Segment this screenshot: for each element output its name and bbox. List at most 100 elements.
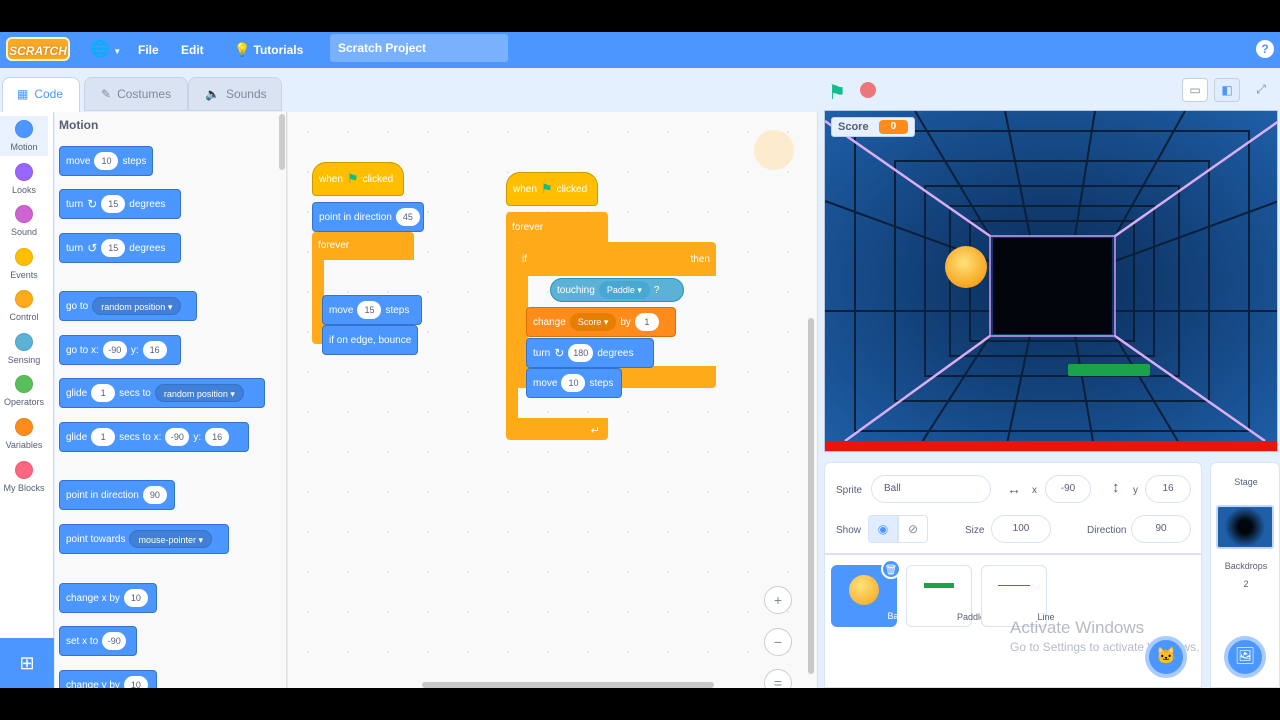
line-thumbnail [998, 585, 1030, 586]
degrees-input[interactable]: 15 [101, 195, 126, 213]
tab-sounds[interactable]: 🔈 Sounds [188, 77, 282, 111]
score-monitor[interactable]: Score 0 [831, 117, 916, 137]
secs-input[interactable]: 1 [91, 384, 116, 402]
x-input[interactable]: -90 [165, 428, 190, 446]
workspace-vertical-scrollbar[interactable] [808, 318, 814, 674]
category-label: Looks [11, 185, 37, 195]
show-sprite-button[interactable]: ◉ [868, 515, 898, 543]
scratch-logo[interactable]: SCRATCH [6, 37, 70, 61]
line-sprite[interactable] [825, 441, 1278, 452]
x-input[interactable]: -90 [102, 341, 127, 359]
green-flag-button[interactable]: ⚑ [828, 80, 846, 105]
tab-costumes[interactable]: ✎ Costumes [84, 77, 188, 111]
y-input[interactable]: 16 [205, 428, 230, 446]
edit-menu[interactable]: Edit [181, 32, 204, 68]
language-button[interactable]: 🌐 ▼ [90, 32, 121, 68]
when-flag-clicked-hat[interactable]: when ⚑ clicked [506, 172, 598, 206]
target-dropdown[interactable]: mouse-pointer ▾ [129, 530, 213, 548]
direction-input[interactable]: 90 [142, 486, 167, 504]
category-sound[interactable]: Sound [0, 201, 48, 241]
sprite-tile-paddle[interactable]: Paddle [906, 565, 985, 627]
tab-code[interactable]: ▦ Code [2, 77, 80, 113]
fullscreen-button[interactable]: ⤢ [1248, 78, 1274, 102]
add-extension-button[interactable]: ⊞ [0, 638, 54, 688]
touching-condition[interactable]: touching Paddle ▾ ? [550, 278, 684, 302]
ball-sprite[interactable] [945, 246, 987, 288]
y-input[interactable]: 10 [123, 676, 148, 688]
degrees-input[interactable]: 180 [568, 344, 594, 362]
direction-input[interactable]: 45 [395, 208, 420, 226]
block-change-y[interactable]: change y by 10 [59, 670, 157, 688]
when-flag-clicked-hat[interactable]: when ⚑ clicked [312, 162, 404, 196]
block-change-x[interactable]: change x by 10 [59, 583, 157, 613]
x-input[interactable]: -90 [1045, 475, 1091, 503]
choose-sprite-button[interactable]: 🐱 [1145, 636, 1187, 678]
file-menu[interactable]: File [138, 32, 159, 68]
y-input[interactable]: 16 [142, 341, 167, 359]
block-move-steps[interactable]: move 10 steps [59, 146, 154, 176]
workspace-horizontal-scrollbar[interactable] [422, 682, 714, 688]
block-point-towards[interactable]: point towards mouse-pointer ▾ [59, 524, 229, 554]
block-change-variable[interactable]: change Score ▾ by 1 [526, 307, 676, 337]
target-dropdown[interactable]: random position ▾ [92, 297, 182, 315]
target-dropdown[interactable]: random position ▾ [154, 384, 244, 402]
block-glide-to-xy[interactable]: glide 1 secs to x: -90 y: 16 [59, 422, 249, 452]
x-input[interactable]: 10 [123, 589, 148, 607]
block-go-to-xy[interactable]: go to x: -90 y: 16 [59, 335, 181, 365]
steps-input[interactable]: 10 [561, 374, 586, 392]
variable-dropdown[interactable]: Score ▾ [569, 313, 617, 331]
category-variables[interactable]: Variables [0, 414, 48, 454]
block-text: steps [122, 155, 147, 167]
block-turn-right[interactable]: turn ↻ 180 degrees [526, 338, 654, 368]
stop-button[interactable] [860, 82, 876, 98]
steps-input[interactable]: 10 [94, 152, 119, 170]
tutorials-button[interactable]: 💡 Tutorials [234, 32, 303, 68]
category-looks[interactable]: Looks [0, 159, 48, 199]
category-label: Sensing [7, 355, 41, 365]
block-turn-right[interactable]: turn ↻ 15 degrees [59, 189, 181, 219]
normal-stage-button[interactable]: ◧ [1214, 78, 1240, 102]
block-move-steps[interactable]: move 15 steps [322, 295, 422, 325]
block-point-in-direction[interactable]: point in direction 45 [312, 202, 424, 232]
x-input[interactable]: -90 [102, 632, 127, 650]
block-turn-left[interactable]: turn ↺ 15 degrees [59, 233, 181, 263]
category-sensing[interactable]: Sensing [0, 329, 48, 369]
hide-sprite-button[interactable]: ⊘ [898, 515, 928, 543]
choose-backdrop-button[interactable]: 🖼 [1224, 636, 1266, 678]
stage-canvas[interactable]: Score 0 [824, 110, 1278, 452]
category-motion[interactable]: Motion [0, 116, 48, 156]
amount-input[interactable]: 1 [634, 313, 659, 331]
steps-input[interactable]: 15 [357, 301, 382, 319]
block-text: steps [589, 377, 614, 389]
small-stage-button[interactable]: ▭ [1182, 78, 1208, 102]
block-if-on-edge-bounce[interactable]: if on edge, bounce [322, 325, 418, 355]
y-input[interactable]: 16 [1145, 475, 1191, 503]
size-input[interactable]: 100 [991, 515, 1051, 543]
category-control[interactable]: Control [0, 286, 48, 326]
palette-scrollbar[interactable] [279, 114, 285, 170]
delete-sprite-button[interactable]: 🗑 [881, 559, 901, 579]
zoom-reset-button[interactable]: = [764, 669, 792, 688]
zoom-in-button[interactable]: + [764, 586, 792, 614]
secs-input[interactable]: 1 [91, 428, 116, 446]
sprite-tile-ball[interactable]: Ball 🗑 [831, 559, 903, 627]
help-icon[interactable]: ? [1256, 40, 1274, 58]
category-my-blocks[interactable]: My Blocks [0, 457, 48, 497]
sprite-name-input[interactable]: Ball [871, 475, 991, 503]
block-go-to[interactable]: go to random position ▾ [59, 291, 197, 321]
block-set-x[interactable]: set x to -90 [59, 626, 137, 656]
category-operators[interactable]: Operators [0, 371, 48, 411]
block-point-in-direction[interactable]: point in direction 90 [59, 480, 175, 510]
paddle-sprite[interactable] [1068, 364, 1150, 376]
project-title-input[interactable]: Scratch Project [330, 34, 508, 62]
block-glide-to[interactable]: glide 1 secs to random position ▾ [59, 378, 265, 408]
backdrop-thumbnail [1216, 505, 1274, 549]
zoom-out-button[interactable]: − [764, 628, 792, 656]
direction-input[interactable]: 90 [1131, 515, 1191, 543]
touching-dropdown[interactable]: Paddle ▾ [598, 281, 650, 299]
block-text: point in direction [319, 211, 392, 223]
degrees-input[interactable]: 15 [101, 239, 126, 257]
category-events[interactable]: Events [0, 244, 48, 284]
block-move-steps[interactable]: move 10 steps [526, 368, 622, 398]
script-workspace[interactable]: when ⚑ clicked point in direction 45 for… [288, 112, 818, 688]
